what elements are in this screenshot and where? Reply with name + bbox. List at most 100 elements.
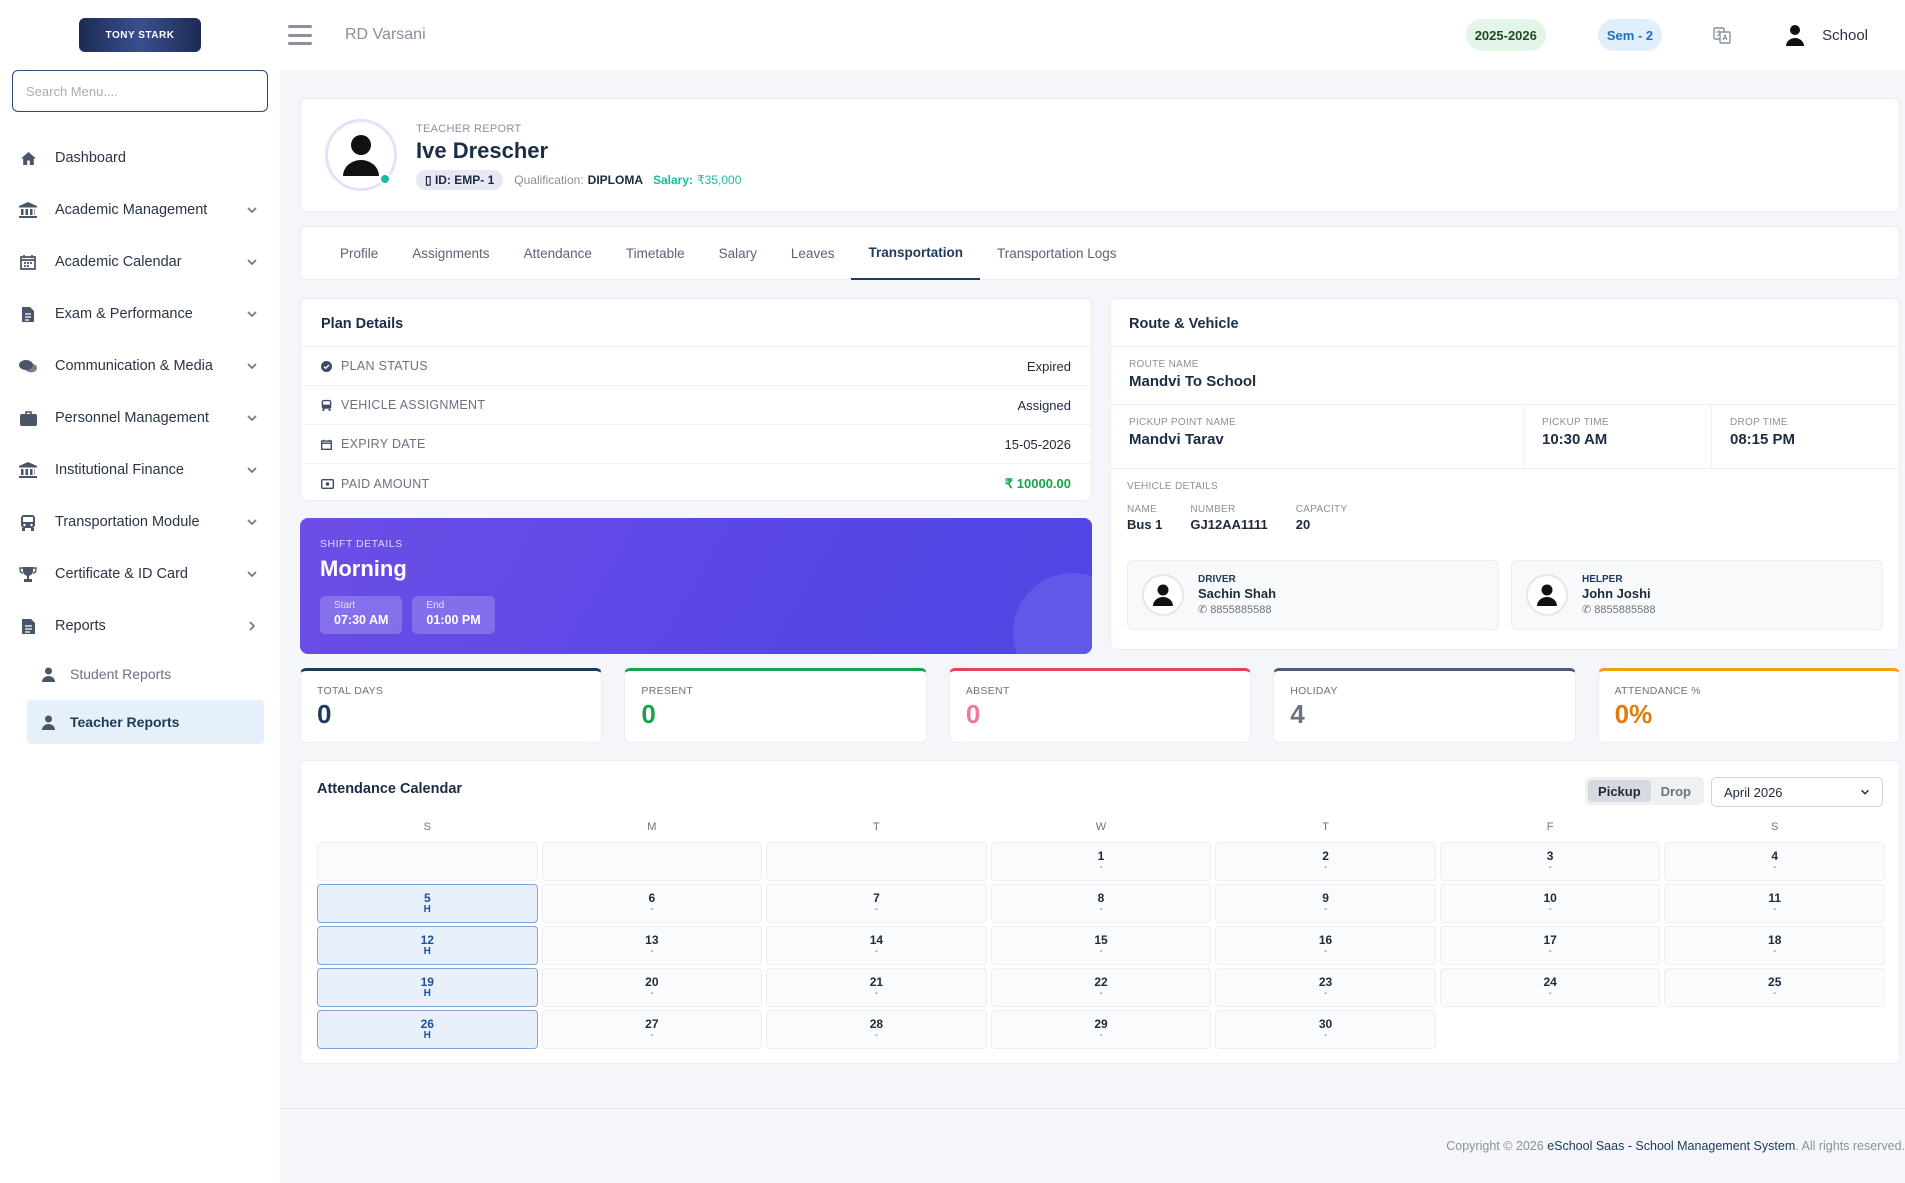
tab-transportation[interactable]: Transportation: [851, 227, 980, 280]
tab-assignments[interactable]: Assignments: [395, 227, 506, 280]
calendar-day[interactable]: 27-: [541, 1010, 763, 1049]
tab-salary[interactable]: Salary: [702, 227, 774, 280]
vehicle-number-label: NUMBER: [1190, 504, 1236, 515]
calendar-day[interactable]: 24-: [1439, 968, 1661, 1007]
sidebar-item-label: Academic Calendar: [55, 254, 182, 270]
pickup-row: PICKUP POINT NAME Mandvi Tarav PICKUP TI…: [1111, 405, 1899, 469]
sidebar-item-personnel-management[interactable]: Personnel Management: [0, 392, 280, 444]
calendar-day[interactable]: 23-: [1215, 968, 1436, 1007]
vehicle-number-value: GJ12AA1111: [1190, 517, 1268, 532]
chat-icon: [18, 359, 38, 374]
translate-icon[interactable]: [1712, 25, 1732, 45]
sidebar-item-institutional-finance[interactable]: Institutional Finance: [0, 444, 280, 496]
calendar-empty-cell: [541, 842, 763, 881]
calendar-day[interactable]: 29-: [990, 1010, 1212, 1049]
calendar-day[interactable]: 6-: [541, 884, 763, 923]
tab-leaves[interactable]: Leaves: [774, 227, 852, 280]
calendar-day[interactable]: 14-: [766, 926, 987, 965]
calendar-day[interactable]: 2-: [1215, 842, 1436, 881]
day-status: -: [874, 987, 879, 999]
tab-transportation-logs[interactable]: Transportation Logs: [980, 227, 1134, 280]
footer-link[interactable]: eSchool Saas - School Management System: [1547, 1139, 1795, 1153]
sidebar-item-exam-performance[interactable]: Exam & Performance: [0, 288, 280, 340]
day-status: -: [874, 945, 879, 957]
semester-badge[interactable]: Sem - 2: [1597, 19, 1663, 51]
day-number: 26: [420, 1016, 434, 1031]
day-status: H: [423, 987, 431, 999]
calendar-day[interactable]: 4-: [1664, 842, 1885, 881]
sidebar-item-communication-media[interactable]: Communication & Media: [0, 340, 280, 392]
sidebar-item-academic-calendar[interactable]: Academic Calendar: [0, 236, 280, 288]
shift-start-label: Start: [334, 600, 356, 611]
calendar-day[interactable]: 1-: [990, 842, 1212, 881]
calendar-day[interactable]: 20-: [541, 968, 763, 1007]
calendar-day[interactable]: 12 H: [317, 926, 538, 965]
calendar-icon: [18, 254, 38, 270]
sidebar-subitem-student-reports[interactable]: Student Reports: [27, 652, 264, 696]
search-menu: [12, 70, 268, 112]
calendar-day[interactable]: 15-: [990, 926, 1212, 965]
calendar-day[interactable]: 30-: [1215, 1010, 1436, 1049]
helper-name: John Joshi: [1582, 586, 1651, 601]
money-icon: [321, 478, 335, 489]
day-number: 25: [1768, 974, 1782, 989]
weekday-header: M: [647, 821, 657, 833]
tab-attendance[interactable]: Attendance: [507, 227, 609, 280]
calendar-day[interactable]: 8-: [990, 884, 1212, 923]
calendar-day[interactable]: 28-: [766, 1010, 987, 1049]
session-year-badge[interactable]: 2025-2026: [1465, 19, 1546, 51]
search-menu-input[interactable]: [13, 83, 267, 99]
attendance-calendar-card: Attendance Calendar Pickup Drop April 20…: [300, 760, 1900, 1064]
calendar-grid: S M T W T F S 1-2-3-4-5 H 6-7-8-9-10-11-12 H 13-14-…: [317, 821, 1885, 1049]
logo[interactable]: TONY STARK: [0, 0, 280, 70]
day-number: 19: [420, 974, 434, 989]
sidebar-item-academic-management[interactable]: Academic Management: [0, 184, 280, 236]
sidebar-subitem-teacher-reports[interactable]: Teacher Reports: [27, 700, 264, 744]
calendar-day[interactable]: 26 H: [317, 1010, 538, 1049]
calendar-day[interactable]: 21-: [766, 968, 987, 1007]
helper-avatar: [1526, 574, 1568, 616]
sidebar-item-reports[interactable]: Reports: [0, 600, 280, 652]
chevron-down-icon: [247, 207, 257, 214]
calendar-day[interactable]: 22-: [990, 968, 1212, 1007]
user-name[interactable]: School: [1822, 27, 1868, 44]
calendar-day[interactable]: 11-: [1664, 884, 1885, 923]
stat-absent: ABSENT 0: [948, 668, 1252, 743]
calendar-day[interactable]: 13-: [541, 926, 763, 965]
plan-status-value: Expired: [1026, 358, 1071, 374]
exam-icon: [18, 306, 38, 323]
calendar-day[interactable]: 5H: [317, 884, 538, 923]
topbar: RD Varsani 2025-2026 Sem - 2 School: [280, 0, 1905, 70]
driver-card: DRIVER Sachin Shah ✆ 8855885588: [1127, 560, 1499, 630]
calendar-day[interactable]: 9-: [1215, 884, 1436, 923]
calendar-day[interactable]: 16-: [1215, 926, 1436, 965]
calendar-day[interactable]: 10-: [1439, 884, 1661, 923]
calendar-day[interactable]: 17-: [1439, 926, 1661, 965]
month-select[interactable]: April 2026: [1711, 777, 1883, 807]
calendar-day[interactable]: 7-: [766, 884, 987, 923]
calendar-day[interactable]: 18-: [1664, 926, 1885, 965]
calendar-day[interactable]: 19 H: [317, 968, 538, 1007]
expiry-date-row: EXPIRY DATE 15-05-2026: [301, 425, 1091, 464]
sidebar-item-dashboard[interactable]: Dashboard: [0, 132, 280, 184]
attendance-calendar-title: Attendance Calendar: [317, 781, 463, 797]
hamburger-menu-icon[interactable]: [288, 25, 312, 45]
day-number: 8: [1097, 890, 1105, 905]
pickup-toggle-button[interactable]: Pickup: [1588, 780, 1651, 802]
copyright-text: Copyright © 2026 eSchool Saas - School M…: [1446, 1139, 1905, 1153]
sidebar-item-certificate-id-card[interactable]: Certificate & ID Card: [0, 548, 280, 600]
calendar-day[interactable]: 3-: [1439, 842, 1661, 881]
sidebar-item-transportation-module[interactable]: Transportation Module: [0, 496, 280, 548]
day-status: -: [1548, 987, 1552, 999]
stat-label: ATTENDANCE %: [1614, 685, 1701, 697]
drop-toggle-button[interactable]: Drop: [1651, 780, 1701, 802]
user-icon: [1153, 584, 1173, 606]
shift-start-time: 07:30 AM: [334, 613, 389, 627]
tab-profile[interactable]: Profile: [323, 227, 395, 280]
shift-end-label: End: [426, 600, 445, 611]
day-number: 14: [869, 932, 884, 947]
user-avatar-icon[interactable]: [1784, 24, 1806, 46]
tab-timetable[interactable]: Timetable: [609, 227, 702, 280]
day-status: -: [1773, 987, 1777, 999]
calendar-day[interactable]: 25-: [1664, 968, 1885, 1007]
